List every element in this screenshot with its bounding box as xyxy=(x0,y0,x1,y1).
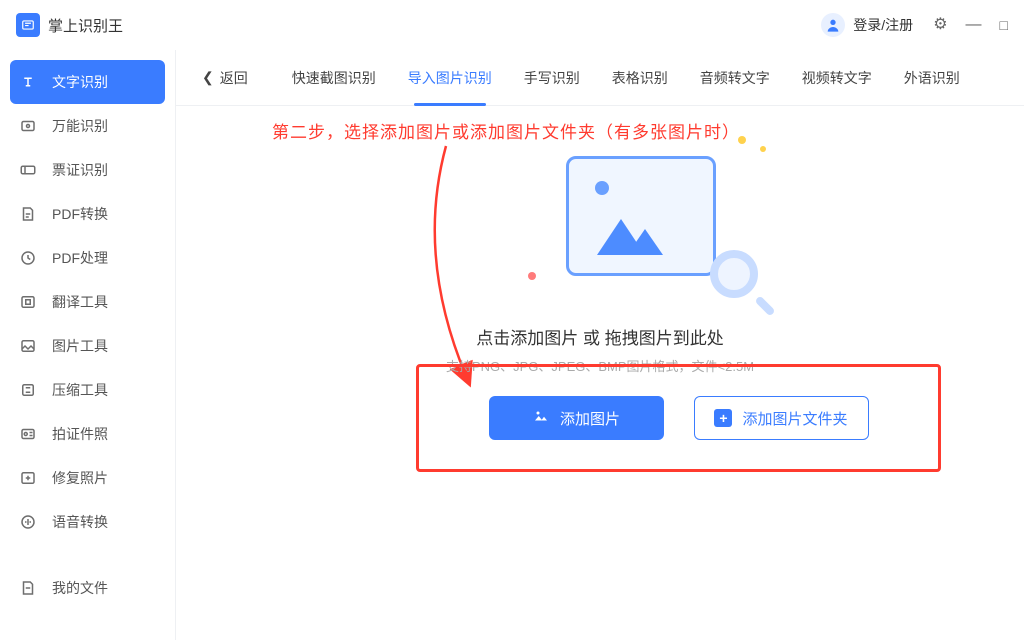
add-folder-label: 添加图片文件夹 xyxy=(742,408,847,429)
sidebar-label: 我的文件 xyxy=(52,578,108,598)
sidebar-label: 票证识别 xyxy=(52,160,108,180)
ticket-icon xyxy=(18,160,38,180)
add-folder-button[interactable]: + 添加图片文件夹 xyxy=(694,396,869,440)
magnifier-icon xyxy=(710,250,774,314)
minimize-button[interactable]: — xyxy=(966,17,982,33)
settings-icon[interactable]: ⚙ xyxy=(933,17,947,33)
titlebar-right: 登录/注册 ⚙ — □ xyxy=(821,13,1008,37)
sidebar-item-text-ocr[interactable]: 文字识别 xyxy=(10,60,165,104)
upload-illustration xyxy=(556,126,776,306)
back-label: 返回 xyxy=(220,68,248,88)
titlebar: 掌上识别王 登录/注册 ⚙ — □ xyxy=(0,0,1024,50)
sidebar-item-repair-photo[interactable]: 修复照片 xyxy=(0,456,175,500)
files-icon xyxy=(18,578,38,598)
sidebar-item-translate[interactable]: 翻译工具 xyxy=(0,280,175,324)
app-title: 掌上识别王 xyxy=(48,15,123,36)
translate-icon xyxy=(18,292,38,312)
image-placeholder-icon xyxy=(566,156,716,276)
sidebar: 文字识别 万能识别 票证识别 PDF转换 PDF处理 翻译工具 图片工具 压缩 xyxy=(0,50,175,640)
tab-table[interactable]: 表格识别 xyxy=(596,50,684,106)
sidebar-label: 压缩工具 xyxy=(52,380,108,400)
tab-handwriting[interactable]: 手写识别 xyxy=(508,50,596,106)
sidebar-label: 图片工具 xyxy=(52,336,108,356)
plus-icon: + xyxy=(714,409,732,427)
universal-icon xyxy=(18,116,38,136)
tab-audio[interactable]: 音频转文字 xyxy=(684,50,786,106)
sidebar-item-voice[interactable]: 语音转换 xyxy=(0,500,175,544)
sidebar-item-ticket[interactable]: 票证识别 xyxy=(0,148,175,192)
window-controls: ⚙ — □ xyxy=(933,17,1008,33)
sidebar-label: 文字识别 xyxy=(52,72,108,92)
sidebar-item-image-tools[interactable]: 图片工具 xyxy=(0,324,175,368)
app-logo xyxy=(16,13,40,37)
id-icon xyxy=(18,424,38,444)
content-area: 第二步，选择添加图片或添加图片文件夹（有多张图片时） 点击添加图片 或 拖拽图片… xyxy=(176,106,1024,640)
back-button[interactable]: ❮ 返回 xyxy=(196,68,254,88)
pdf-process-icon xyxy=(18,248,38,268)
sidebar-item-universal[interactable]: 万能识别 xyxy=(0,104,175,148)
pdf-convert-icon xyxy=(18,204,38,224)
login-label: 登录/注册 xyxy=(853,15,913,35)
sidebar-label: PDF处理 xyxy=(52,248,108,268)
text-ocr-icon xyxy=(18,72,38,92)
sidebar-label: 万能识别 xyxy=(52,116,108,136)
sidebar-item-pdf-process[interactable]: PDF处理 xyxy=(0,236,175,280)
repair-icon xyxy=(18,468,38,488)
add-image-label: 添加图片 xyxy=(560,408,620,429)
tabs: 快速截图识别 导入图片识别 手写识别 表格识别 音频转文字 视频转文字 外语识别 xyxy=(276,50,1004,106)
sidebar-item-pdf-convert[interactable]: PDF转换 xyxy=(0,192,175,236)
image-icon xyxy=(532,407,550,429)
user-avatar-icon xyxy=(821,13,845,37)
tabs-row: ❮ 返回 快速截图识别 导入图片识别 手写识别 表格识别 音频转文字 视频转文字… xyxy=(176,50,1024,106)
tab-import-image-ocr[interactable]: 导入图片识别 xyxy=(392,50,508,106)
add-image-button[interactable]: 添加图片 xyxy=(489,396,664,440)
tab-screenshot-ocr[interactable]: 快速截图识别 xyxy=(276,50,392,106)
close-button[interactable]: □ xyxy=(1000,18,1008,32)
image-icon xyxy=(18,336,38,356)
annotation-highlight-box: 添加图片 + 添加图片文件夹 xyxy=(416,364,941,472)
sidebar-item-compress[interactable]: 压缩工具 xyxy=(0,368,175,412)
titlebar-left: 掌上识别王 xyxy=(16,13,123,37)
sidebar-item-my-files[interactable]: 我的文件 xyxy=(0,566,175,610)
sidebar-label: 语音转换 xyxy=(52,512,108,532)
compress-icon xyxy=(18,380,38,400)
voice-icon xyxy=(18,512,38,532)
upload-hint-main: 点击添加图片 或 拖拽图片到此处 xyxy=(176,324,1024,349)
sidebar-label: 拍证件照 xyxy=(52,424,108,444)
chevron-left-icon: ❮ xyxy=(202,69,214,86)
sidebar-label: PDF转换 xyxy=(52,204,108,224)
sidebar-label: 翻译工具 xyxy=(52,292,108,312)
login-button[interactable]: 登录/注册 xyxy=(821,13,913,37)
sidebar-label: 修复照片 xyxy=(52,468,108,488)
sidebar-item-id-photo[interactable]: 拍证件照 xyxy=(0,412,175,456)
tab-foreign[interactable]: 外语识别 xyxy=(888,50,976,106)
main: ❮ 返回 快速截图识别 导入图片识别 手写识别 表格识别 音频转文字 视频转文字… xyxy=(175,50,1024,640)
tab-video[interactable]: 视频转文字 xyxy=(786,50,888,106)
